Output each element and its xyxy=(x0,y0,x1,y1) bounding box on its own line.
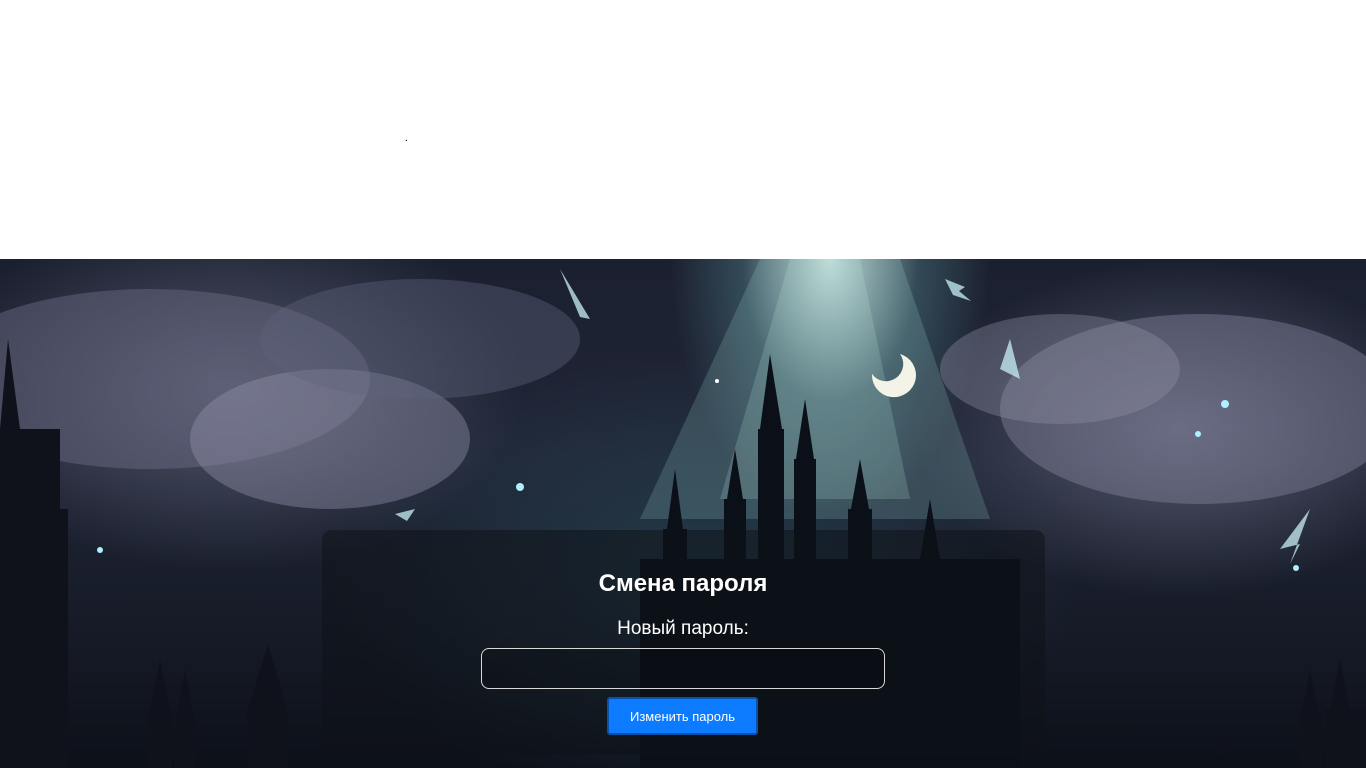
change-password-button[interactable]: Изменить пароль xyxy=(607,697,758,735)
top-blank-area: . xyxy=(0,0,1366,259)
new-password-label: Новый пароль: xyxy=(617,618,749,639)
page-title: Смена пароля xyxy=(598,570,768,597)
new-password-input[interactable] xyxy=(481,648,885,689)
dot-text: . xyxy=(405,132,408,144)
